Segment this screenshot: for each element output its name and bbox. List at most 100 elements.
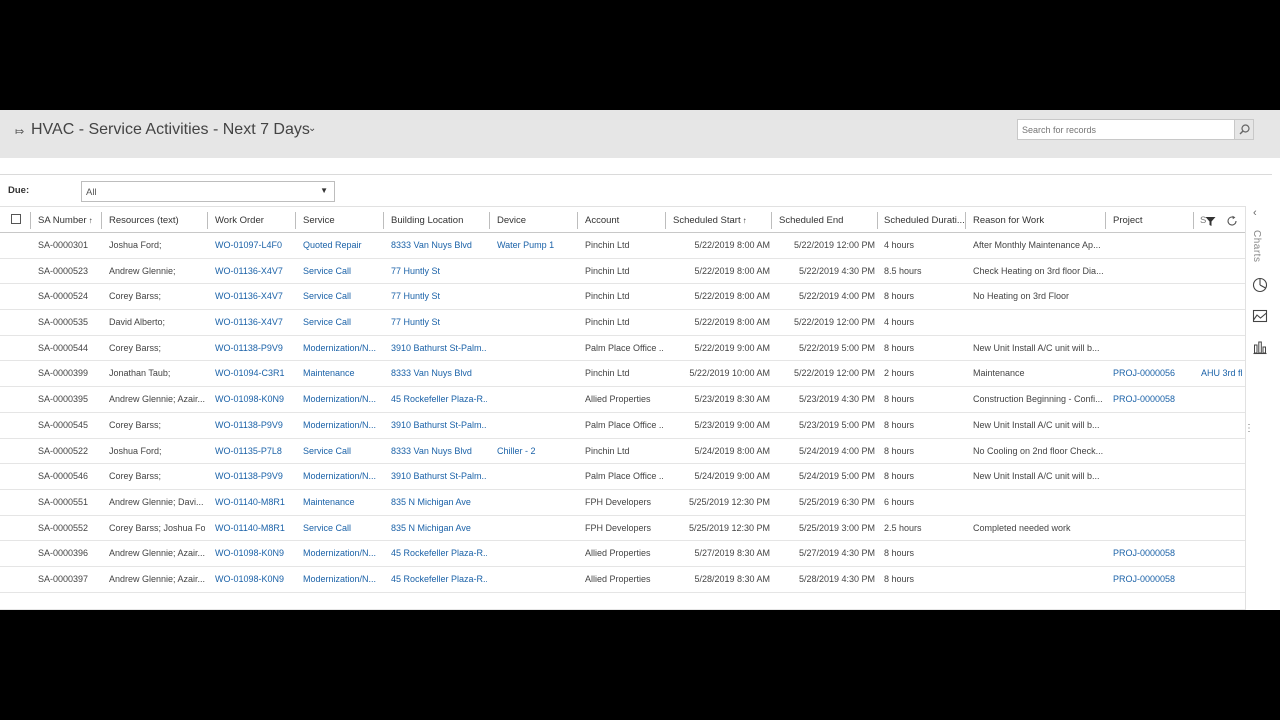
column-separator	[489, 212, 490, 229]
cell-work-order[interactable]: WO-01135-P7L8	[215, 439, 293, 465]
cell-building-location[interactable]: 77 Huntly St	[391, 259, 487, 285]
table-row[interactable]: SA-0000545 Corey Barss; WO-01138-P9V9 Moder…	[0, 413, 1245, 439]
column-header-device[interactable]: Device	[497, 207, 575, 234]
cell-project[interactable]: PROJ-0000056	[1113, 361, 1193, 387]
column-header-sa-number[interactable]: SA Number ↑	[38, 207, 100, 234]
cell-work-order[interactable]: WO-01138-P9V9	[215, 413, 293, 439]
dropdown-arrow-icon: ▼	[320, 186, 328, 195]
cell-building-location[interactable]: 45 Rockefeller Plaza-R...	[391, 567, 487, 593]
cell-scheduled-end: 5/22/2019 12:00 PM	[793, 317, 875, 328]
cell-work-order[interactable]: WO-01138-P9V9	[215, 464, 293, 490]
cell-work-order[interactable]: WO-01097-L4F0	[215, 233, 293, 259]
cell-service[interactable]: Modernization/N...	[303, 567, 381, 593]
table-row[interactable]: SA-0000396 Andrew Glennie; Azair... WO-010…	[0, 541, 1245, 567]
cell-service[interactable]: Service Call	[303, 310, 381, 336]
column-header-scheduled-start[interactable]: Scheduled Start ↑	[673, 207, 768, 234]
due-filter-select[interactable]: All ▼	[81, 181, 335, 202]
column-header-building-location[interactable]: Building Location	[391, 207, 486, 234]
table-row[interactable]: SA-0000522 Joshua Ford; WO-01135-P7L8 Servi…	[0, 439, 1245, 465]
grid-header: SA Number ↑ Resources (text) Work Order S…	[0, 206, 1245, 233]
table-row[interactable]: SA-0000551 Andrew Glennie; Davi... WO-0114…	[0, 490, 1245, 516]
table-row[interactable]: SA-0000524 Corey Barss; WO-01136-X4V7 Servi…	[0, 284, 1245, 311]
cell-service[interactable]: Service Call	[303, 259, 381, 285]
cell-building-location[interactable]: 8333 Van Nuys Blvd	[391, 361, 487, 387]
column-header-scheduled-duration[interactable]: Scheduled Durati...	[884, 207, 964, 234]
column-header-reason-for-work[interactable]: Reason for Work	[973, 207, 1103, 234]
cell-work-order[interactable]: WO-01098-K0N9	[215, 541, 293, 567]
cell-device	[497, 464, 575, 490]
table-row[interactable]: SA-0000544 Corey Barss; WO-01138-P9V9 Moder…	[0, 336, 1245, 362]
chevron-left-icon[interactable]: ‹	[1253, 207, 1257, 219]
table-row[interactable]: SA-0000546 Corey Barss; WO-01138-P9V9 Moder…	[0, 464, 1245, 490]
resize-handle-icon[interactable]: ⋮	[1244, 423, 1254, 434]
cell-service[interactable]: Service Call	[303, 516, 381, 542]
column-header-resources[interactable]: Resources (text)	[109, 207, 204, 234]
cell-reason-for-work: Maintenance	[973, 368, 1025, 379]
area-chart-icon[interactable]	[1252, 308, 1268, 324]
filter-icon[interactable]	[1205, 216, 1216, 227]
cell-service[interactable]: Maintenance	[303, 490, 381, 516]
pie-chart-icon[interactable]	[1252, 277, 1268, 293]
cell-device[interactable]: Chiller - 2	[497, 439, 575, 465]
pin-icon[interactable]: ⤇	[15, 125, 24, 138]
cell-building-location[interactable]: 45 Rockefeller Plaza-R...	[391, 387, 487, 413]
table-row[interactable]: SA-0000535 David Alberto; WO-01136-X4V7 Ser…	[0, 310, 1245, 336]
cell-work-order[interactable]: WO-01136-X4V7	[215, 284, 293, 310]
cell-service[interactable]: Maintenance	[303, 361, 381, 387]
cell-project[interactable]: PROJ-0000058	[1113, 567, 1193, 593]
search-button[interactable]	[1235, 119, 1254, 140]
cell-building-location[interactable]: 3910 Bathurst St-Palm...	[391, 464, 487, 490]
cell-sa-number: SA-0000522	[38, 445, 89, 456]
table-row[interactable]: SA-0000397 Andrew Glennie; Azair... WO-010…	[0, 567, 1245, 593]
cell-service[interactable]: Quoted Repair	[303, 233, 381, 259]
cell-building-location[interactable]: 8333 Van Nuys Blvd	[391, 233, 487, 259]
cell-work-order[interactable]: WO-01140-M8R1	[215, 490, 293, 516]
cell-service[interactable]: Service Call	[303, 284, 381, 310]
refresh-icon[interactable]	[1226, 215, 1238, 227]
cell-truncated[interactable]: AHU 3rd fl	[1201, 361, 1245, 387]
cell-building-location[interactable]: 8333 Van Nuys Blvd	[391, 439, 487, 465]
cell-service[interactable]: Service Call	[303, 439, 381, 465]
table-row[interactable]: SA-0000523 Andrew Glennie; WO-01136-X4V7 Se…	[0, 259, 1245, 285]
cell-work-order[interactable]: WO-01138-P9V9	[215, 336, 293, 362]
cell-building-location[interactable]: 77 Huntly St	[391, 284, 487, 310]
cell-device[interactable]: Water Pump 1	[497, 233, 575, 259]
cell-building-location[interactable]: 835 N Michigan Ave	[391, 490, 487, 516]
cell-building-location[interactable]: 77 Huntly St	[391, 310, 487, 336]
view-title[interactable]: HVAC - Service Activities - Next 7 Days	[31, 121, 310, 139]
cell-project[interactable]: PROJ-0000058	[1113, 387, 1193, 413]
cell-work-order[interactable]: WO-01098-K0N9	[215, 387, 293, 413]
search-input[interactable]	[1017, 119, 1235, 140]
column-header-project[interactable]: Project	[1113, 207, 1191, 234]
column-header-scheduled-end[interactable]: Scheduled End	[779, 207, 874, 234]
cell-project[interactable]: PROJ-0000058	[1113, 541, 1193, 567]
bar-chart-icon[interactable]	[1252, 339, 1268, 355]
cell-work-order[interactable]: WO-01094-C3R1	[215, 361, 293, 387]
table-row[interactable]: SA-0000301 Joshua Ford; WO-01097-L4F0 Quote…	[0, 233, 1245, 259]
cell-building-location[interactable]: 45 Rockefeller Plaza-R...	[391, 541, 487, 567]
cell-work-order[interactable]: WO-01136-X4V7	[215, 259, 293, 285]
cell-truncated	[1201, 284, 1245, 310]
column-header-account[interactable]: Account	[585, 207, 663, 234]
cell-building-location[interactable]: 835 N Michigan Ave	[391, 516, 487, 542]
cell-service[interactable]: Modernization/N...	[303, 541, 381, 567]
table-row[interactable]: SA-0000395 Andrew Glennie; Azair... WO-010…	[0, 387, 1245, 413]
cell-work-order[interactable]: WO-01098-K0N9	[215, 567, 293, 593]
cell-service[interactable]: Modernization/N...	[303, 464, 381, 490]
charts-panel-label[interactable]: Charts	[1251, 230, 1262, 262]
cell-building-location[interactable]: 3910 Bathurst St-Palm...	[391, 413, 487, 439]
cell-work-order[interactable]: WO-01136-X4V7	[215, 310, 293, 336]
table-row[interactable]: SA-0000552 Corey Barss; Joshua Fo... WO-01…	[0, 516, 1245, 542]
cell-service[interactable]: Modernization/N...	[303, 336, 381, 362]
cell-work-order[interactable]: WO-01140-M8R1	[215, 516, 293, 542]
cell-scheduled-start: 5/28/2019 8:30 AM	[694, 573, 770, 584]
table-row[interactable]: SA-0000399 Jonathan Taub; WO-01094-C3R1 Mai…	[0, 361, 1245, 388]
cell-building-location[interactable]: 3910 Bathurst St-Palm...	[391, 336, 487, 362]
cell-service[interactable]: Modernization/N...	[303, 387, 381, 413]
cell-reason-for-work: No Heating on 3rd Floor	[973, 291, 1070, 302]
column-header-service[interactable]: Service	[303, 207, 381, 234]
cell-service[interactable]: Modernization/N...	[303, 413, 381, 439]
chevron-down-icon[interactable]: ⌄	[308, 123, 316, 134]
column-header-work-order[interactable]: Work Order	[215, 207, 293, 234]
select-all-checkbox[interactable]	[11, 214, 21, 224]
